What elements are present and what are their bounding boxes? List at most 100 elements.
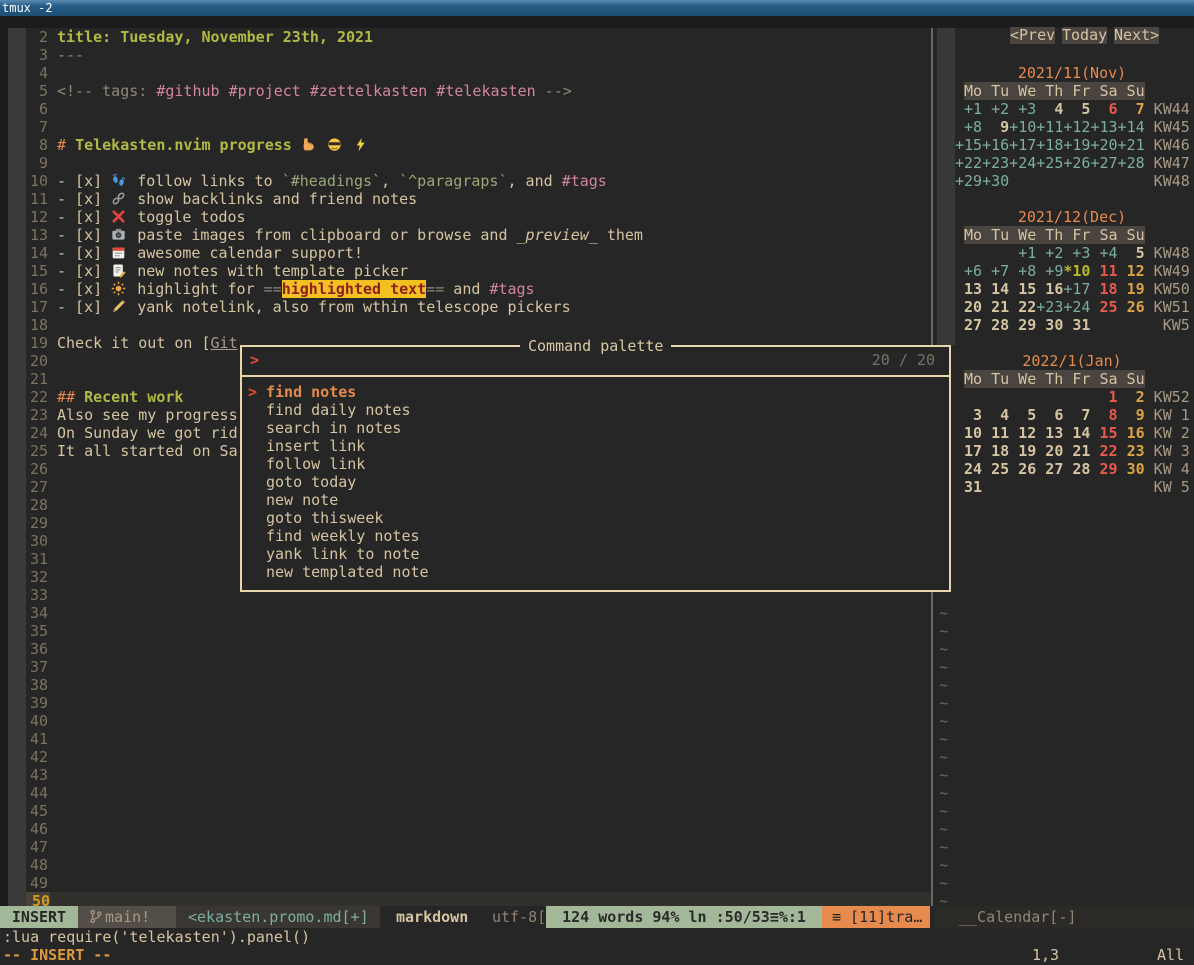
calendar-week-row[interactable]: +29+30 KW48 bbox=[955, 172, 1190, 190]
calendar-nav-prev-button[interactable]: <Prev bbox=[1010, 27, 1055, 44]
calendar-week-row[interactable]: +1 +2 +3 +4 5 KW48 bbox=[955, 244, 1190, 262]
line-number: 31 bbox=[26, 550, 48, 568]
text-segment: awesome calendar support! bbox=[128, 244, 363, 262]
editor-line[interactable]: - [x] awesome calendar support! bbox=[57, 244, 363, 262]
calendar-week-row[interactable]: 3 4 5 6 7 8 9 KW 1 bbox=[955, 406, 1190, 424]
text-segment: - [x] bbox=[57, 244, 111, 262]
footprints-icon bbox=[111, 173, 128, 188]
text-segment: 8 bbox=[1090, 406, 1117, 424]
line-number: 2 bbox=[26, 28, 48, 46]
editor-line[interactable]: It all started on Sa bbox=[57, 442, 238, 460]
wordcount-position-segment: 124 words 94% ln :50/53≡%:1 bbox=[546, 906, 822, 928]
text-segment: 6 bbox=[1090, 100, 1117, 118]
editor-line[interactable]: # Telekasten.nvim progress bbox=[57, 136, 370, 154]
text-segment: 10 11 12 13 14 bbox=[955, 424, 1090, 442]
line-number: 4 bbox=[26, 64, 48, 82]
editor-line[interactable]: title: Tuesday, November 23th, 2021 bbox=[57, 28, 373, 46]
line-number: 21 bbox=[26, 370, 48, 388]
calendar-week-row[interactable]: 13 14 15 16+17 18 19 KW50 bbox=[955, 280, 1190, 298]
editor-line[interactable]: <!-- tags: #github #project #zettelkaste… bbox=[57, 82, 572, 100]
text-segment: Recent work bbox=[84, 388, 183, 406]
editor-line[interactable]: - [x] follow links to `#headings`, `^par… bbox=[57, 172, 607, 190]
text-segment: - [x] bbox=[57, 226, 111, 244]
calendar-statusline: __Calendar[-] bbox=[935, 906, 1194, 928]
text-segment: paste images from clipboard or browse an… bbox=[128, 226, 516, 244]
text-segment: , and bbox=[508, 172, 562, 190]
editor-line[interactable]: - [x] highlight for ==highlighted text==… bbox=[57, 280, 535, 298]
calendar-week-row[interactable]: 1 2 KW52 bbox=[955, 388, 1190, 406]
line-number: 46 bbox=[26, 820, 48, 838]
text-segment bbox=[955, 244, 1009, 262]
memo-icon bbox=[111, 263, 128, 278]
calendar-week-row[interactable]: +15+16+17+18+19+20+21 KW46 bbox=[955, 136, 1190, 154]
editor-line[interactable]: - [x] toggle todos bbox=[57, 208, 246, 226]
line-number: 36 bbox=[26, 640, 48, 658]
text-segment: Telekasten.nvim progress bbox=[75, 136, 301, 154]
editor-line[interactable]: - [x] yank notelink, also from wthin tel… bbox=[57, 298, 571, 316]
calendar-week-row[interactable]: +22+23+24+25+26+27+28 KW47 bbox=[955, 154, 1190, 172]
calendar-week-row[interactable]: 10 11 12 13 14 15 16 KW 2 bbox=[955, 424, 1190, 442]
line-number: 19 bbox=[26, 334, 48, 352]
editor-line[interactable]: On Sunday we got rid bbox=[57, 424, 238, 442]
palette-item-new-note[interactable]: new note bbox=[266, 491, 338, 509]
text-segment: KW 3 bbox=[1145, 442, 1190, 460]
text-segment: highlight for bbox=[128, 280, 263, 298]
calendar-week-row[interactable]: 20 21 22+23+24 25 26 KW51 bbox=[955, 298, 1190, 316]
text-segment: - [x] bbox=[57, 208, 111, 226]
palette-item-find-weekly-notes[interactable]: find weekly notes bbox=[266, 527, 420, 545]
line-number: 26 bbox=[26, 460, 48, 478]
calendar-week-row[interactable]: +6 +7 +8 +9*10 11 12 KW49 bbox=[955, 262, 1190, 280]
text-segment: new notes with template picker bbox=[128, 262, 408, 280]
calendar-day-header: Mo Tu We Th Fr Sa Su bbox=[964, 370, 1145, 388]
palette-item-goto-today[interactable]: goto today bbox=[266, 473, 356, 491]
command-line[interactable]: :lua require('telekasten').panel() bbox=[3, 928, 310, 946]
text-segment: #github #project #zettelkasten #telekast… bbox=[156, 82, 535, 100]
palette-item-yank-link-to-note[interactable]: yank link to note bbox=[266, 545, 420, 563]
command-palette-popup[interactable]: Command palette > 20 / 20 >find notesfin… bbox=[240, 345, 951, 592]
editor-line[interactable]: Check it out on [Git bbox=[57, 334, 238, 352]
text-segment: KW44 bbox=[1145, 100, 1190, 118]
text-segment: Also see my progress bbox=[57, 406, 238, 424]
filename-segment[interactable]: <ekasten.promo.md[+] bbox=[176, 906, 380, 928]
buffer-tab-segment[interactable]: ≡ [11]tra… bbox=[822, 906, 930, 928]
palette-item-insert-link[interactable]: insert link bbox=[266, 437, 365, 455]
calendar-week-row[interactable]: 27 28 29 30 31 KW5 bbox=[955, 316, 1190, 334]
git-branch-segment[interactable]: main! bbox=[78, 906, 176, 928]
line-number: 34 bbox=[26, 604, 48, 622]
palette-item-follow-link[interactable]: follow link bbox=[266, 455, 365, 473]
text-segment: <!-- tags: bbox=[57, 82, 156, 100]
editor-line[interactable]: - [x] paste images from clipboard or bro… bbox=[57, 226, 643, 244]
palette-item-goto-thisweek[interactable]: goto thisweek bbox=[266, 509, 383, 527]
calendar-nav-next-button[interactable]: Next> bbox=[1114, 27, 1159, 44]
palette-item-new-templated-note[interactable]: new templated note bbox=[266, 563, 429, 581]
palette-item-search-in-notes[interactable]: search in notes bbox=[266, 419, 401, 437]
calendar-week-row[interactable]: +8 9+10+11+12+13+14 KW45 bbox=[955, 118, 1190, 136]
calendar-week-row[interactable]: 31 KW 5 bbox=[955, 478, 1190, 496]
editor-line[interactable]: - [x] show backlinks and friend notes bbox=[57, 190, 417, 208]
calendar-nav-today-button[interactable]: Today bbox=[1062, 27, 1107, 44]
text-segment: , bbox=[381, 172, 399, 190]
text-segment: == bbox=[264, 280, 282, 298]
editor-line[interactable]: - [x] new notes with template picker bbox=[57, 262, 408, 280]
text-segment: 25 bbox=[1090, 298, 1117, 316]
empty-line-tilde: ~ bbox=[939, 784, 948, 802]
text-segment: 12 bbox=[1118, 262, 1145, 280]
text-segment: - [x] bbox=[57, 190, 111, 208]
sunglasses-icon bbox=[327, 137, 344, 152]
editor-line[interactable]: --- bbox=[57, 46, 84, 64]
editor-line[interactable]: Also see my progress bbox=[57, 406, 238, 424]
text-segment: 31 bbox=[955, 478, 982, 496]
text-segment: KW 5 bbox=[1145, 478, 1190, 496]
text-segment: KW 1 bbox=[1145, 406, 1190, 424]
text-segment: 29 bbox=[1090, 460, 1117, 478]
palette-item-find-daily-notes[interactable]: find daily notes bbox=[266, 401, 411, 419]
palette-search-input[interactable] bbox=[268, 351, 828, 369]
calendar-week-row[interactable]: 17 18 19 20 21 22 23 KW 3 bbox=[955, 442, 1190, 460]
calendar-week-row[interactable]: 24 25 26 27 28 29 30 KW 4 bbox=[955, 460, 1190, 478]
line-number: 8 bbox=[26, 136, 48, 154]
line-number: 37 bbox=[26, 658, 48, 676]
calendar-week-row[interactable]: +1 +2 +3 4 5 6 7 KW44 bbox=[955, 100, 1190, 118]
text-segment: ## bbox=[57, 388, 84, 406]
editor-line[interactable]: ## Recent work bbox=[57, 388, 183, 406]
palette-item-find-notes[interactable]: find notes bbox=[266, 383, 356, 401]
